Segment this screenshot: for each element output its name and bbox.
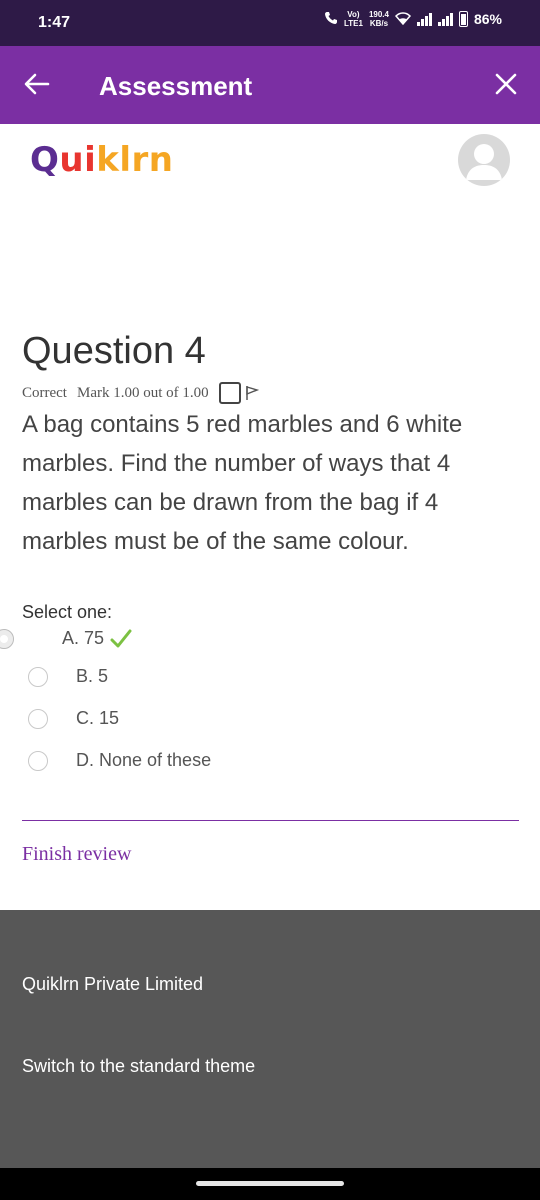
question-status: Correct	[22, 384, 67, 401]
page-title: Assessment	[99, 71, 253, 101]
answer-option-b[interactable]: B. 5	[28, 666, 108, 687]
select-one-label: Select one:	[22, 602, 113, 622]
radio-button[interactable]	[28, 666, 48, 687]
network-speed: 190.4 KB/s	[368, 10, 389, 28]
radio-button[interactable]	[28, 750, 48, 771]
volte-indicator: Vo) LTE1	[343, 10, 363, 28]
flag-checkbox[interactable]	[218, 382, 241, 404]
option-label: A. 75	[62, 628, 105, 648]
radio-button[interactable]	[28, 708, 48, 729]
option-label: D. None of these	[76, 750, 212, 770]
battery-icon	[458, 11, 468, 27]
home-indicator[interactable]	[196, 1181, 344, 1186]
check-icon	[110, 629, 132, 649]
answer-option-c[interactable]: C. 15	[28, 708, 119, 729]
radio-button[interactable]	[0, 628, 14, 649]
close-icon	[495, 73, 517, 100]
status-icons: Vo) LTE1 190.4 KB/s 86%	[324, 10, 502, 28]
finish-review-link[interactable]: Finish review	[22, 843, 131, 866]
back-button[interactable]	[22, 71, 52, 101]
option-label: B. 5	[76, 666, 109, 686]
arrow-left-icon	[24, 73, 50, 100]
user-avatar[interactable]	[458, 134, 510, 186]
question-mark: Mark 1.00 out of 1.00	[76, 384, 209, 401]
system-nav-bar	[0, 1168, 540, 1200]
answer-option-a[interactable]: A. 75	[0, 628, 132, 649]
question-text: A bag contains 5 red marbles and 6 white…	[22, 411, 463, 555]
flag-icon[interactable]	[245, 385, 259, 401]
call-icon	[324, 11, 338, 28]
footer-company: Quiklrn Private Limited	[22, 974, 204, 994]
battery-level: 86%	[473, 11, 502, 27]
signal-icon	[416, 12, 432, 26]
brand-logo[interactable]: Quiklrn	[30, 140, 174, 180]
status-bar: 1:47 Vo) LTE1 190.4 KB/s 86%	[0, 0, 540, 46]
option-label: C. 15	[76, 708, 120, 728]
switch-theme-link[interactable]: Switch to the standard theme	[22, 1056, 255, 1077]
wifi-icon	[394, 11, 411, 28]
divider	[22, 820, 519, 821]
status-time: 1:47	[38, 14, 71, 31]
question-meta: Correct Mark 1.00 out of 1.00	[22, 382, 259, 404]
signal-icon-2	[437, 12, 453, 26]
answer-option-d[interactable]: D. None of these	[28, 750, 211, 771]
close-button[interactable]	[490, 70, 522, 102]
question-title: Question 4	[22, 330, 206, 372]
user-icon	[466, 144, 502, 180]
footer: Quiklrn Private Limited Switch to the st…	[0, 910, 540, 1168]
app-bar: Assessment	[0, 46, 540, 124]
